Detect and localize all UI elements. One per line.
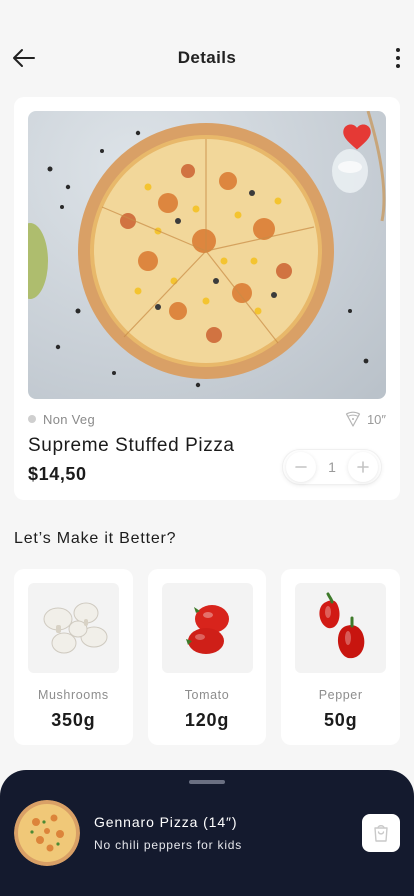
cart-item-note: No chili peppers for kids xyxy=(94,838,243,852)
mushrooms-image xyxy=(28,583,119,673)
size-tag: 10″ xyxy=(345,411,386,427)
favorite-button[interactable] xyxy=(342,123,372,151)
section-title: Let’s Make it Better? xyxy=(14,530,177,547)
more-vertical-icon xyxy=(396,48,400,52)
top-bar: Details xyxy=(0,0,414,100)
pizza-photo xyxy=(28,111,386,388)
pizza-image xyxy=(28,111,386,399)
sheet-drag-handle[interactable] xyxy=(189,780,225,784)
minus-icon xyxy=(295,466,307,468)
topping-name: Mushrooms xyxy=(37,688,109,702)
heart-icon xyxy=(343,124,371,150)
increase-button[interactable] xyxy=(347,452,378,482)
cart-item-image xyxy=(14,800,80,866)
topping-name: Tomato xyxy=(184,688,230,702)
diet-label: Non Veg xyxy=(43,411,95,427)
cart-button[interactable] xyxy=(362,814,400,852)
topping-weight: 120g xyxy=(184,710,230,730)
product-name: Supreme Stuffed Pizza xyxy=(28,435,235,456)
pepper-image xyxy=(295,583,387,673)
cart-sheet[interactable]: Gennaro Pizza (14″) No chili peppers for… xyxy=(0,770,414,896)
topping-weight: 50g xyxy=(323,710,358,730)
pizza-slice-icon xyxy=(345,411,361,427)
product-price: $14,50 xyxy=(28,464,87,484)
diet-tag: Non Veg xyxy=(28,412,95,427)
product-card: Non Veg 10″ Supreme Stuffed Pizza $14,50… xyxy=(14,97,400,500)
quantity-stepper: 1 xyxy=(282,449,382,485)
product-meta: Non Veg 10″ xyxy=(28,411,386,427)
topping-name: Pepper xyxy=(318,688,363,702)
toppings-list: Mushrooms 350g Tomato 120g Pepper 50g xyxy=(14,569,401,745)
cart-item-title: Gennaro Pizza (14″) xyxy=(94,814,238,830)
topping-card-pepper[interactable]: Pepper 50g xyxy=(281,569,401,745)
size-label: 10″ xyxy=(366,411,386,427)
more-options-button[interactable] xyxy=(390,44,406,72)
page-title: Details xyxy=(177,48,237,67)
topping-card-mushrooms[interactable]: Mushrooms 350g xyxy=(14,569,133,745)
quantity-value: 1 xyxy=(328,459,336,475)
topping-card-tomato[interactable]: Tomato 120g xyxy=(147,569,267,745)
plus-icon xyxy=(357,461,369,473)
diet-dot-icon xyxy=(28,415,36,423)
topping-weight: 350g xyxy=(51,710,96,730)
shopping-bag-icon xyxy=(374,825,388,842)
decrease-button[interactable] xyxy=(286,452,316,482)
tomato-image xyxy=(161,583,253,673)
